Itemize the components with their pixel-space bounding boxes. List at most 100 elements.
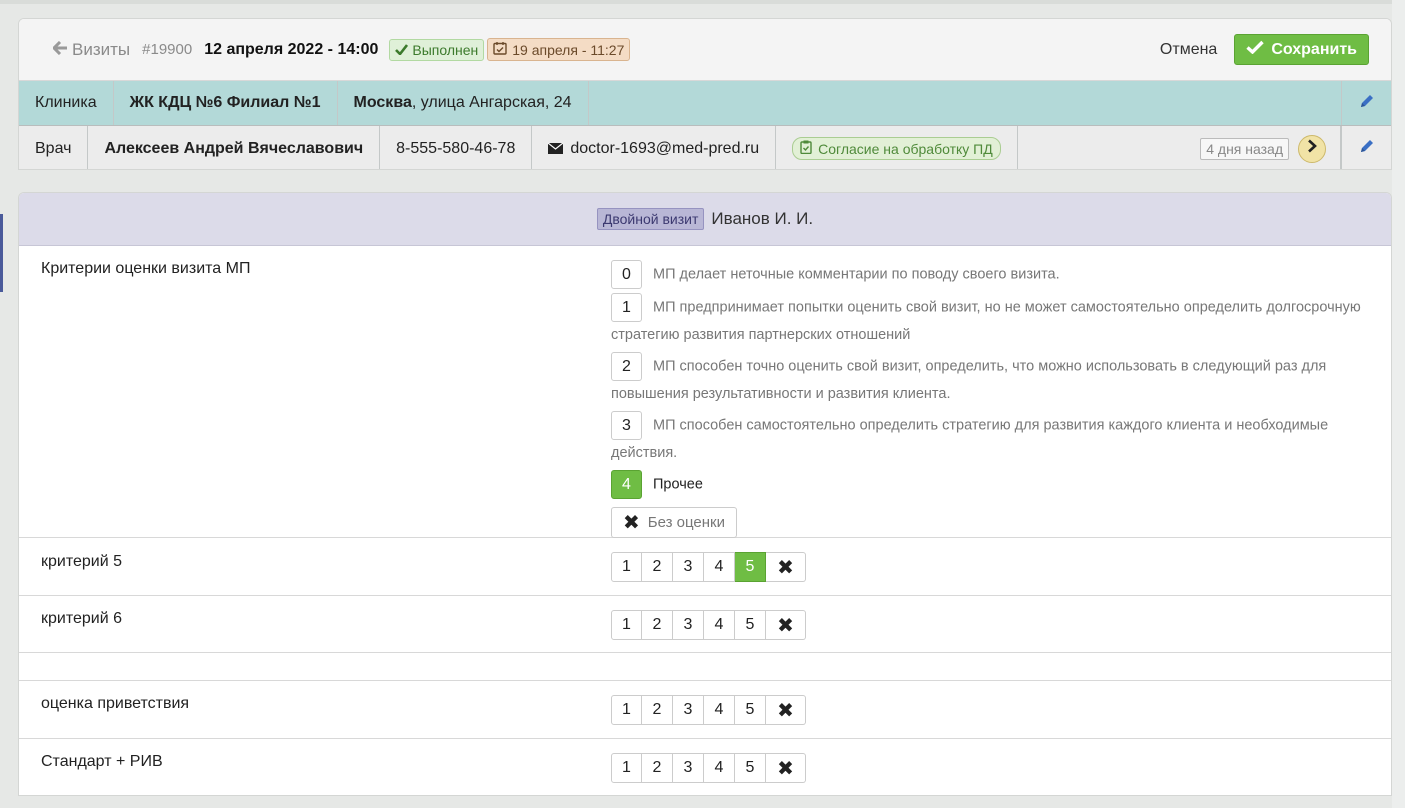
- rating-2-button[interactable]: 2: [642, 552, 673, 582]
- close-icon: ✖: [777, 556, 794, 579]
- criteria-main-options: 0 МП делает неточные комментарии по повод…: [611, 260, 1363, 538]
- edit-clinic-button[interactable]: [1341, 81, 1391, 125]
- cancel-button[interactable]: Отмена: [1160, 41, 1217, 59]
- rating-5-button[interactable]: 5: [735, 610, 766, 640]
- status-label: Выполнен: [412, 41, 479, 58]
- criteria-main-label: Критерии оценки визита МП: [41, 260, 251, 277]
- email-text: doctor-1693@med-pred.ru: [570, 139, 760, 157]
- save-label: Сохранить: [1271, 40, 1357, 58]
- option-2-text: МП способен точно оценить свой визит, оп…: [611, 358, 1327, 402]
- criterion-label: оценка приветствия: [41, 695, 190, 712]
- empty-row: [19, 653, 1391, 681]
- rating-group: 1 2 3 4 5 ✖: [611, 552, 806, 582]
- rating-4-button[interactable]: 4: [704, 552, 735, 582]
- pencil-icon: [1359, 138, 1375, 159]
- rating-2-button[interactable]: 2: [642, 695, 673, 725]
- calendar-check-icon: [493, 41, 507, 58]
- visit-date: 12 апреля 2022 - 14:00: [204, 40, 379, 58]
- option-4-text: Прочее: [653, 476, 703, 493]
- check-icon: [395, 42, 409, 58]
- back-label: Визиты: [72, 39, 131, 59]
- option-0-button[interactable]: 0: [611, 260, 642, 289]
- consent-cell: Согласие на обработку ПД: [776, 126, 1018, 169]
- option-1-text: МП предпринимает попытки оценить свой ви…: [611, 299, 1361, 343]
- rating-4-button[interactable]: 4: [704, 753, 735, 783]
- option-4-button[interactable]: 4: [611, 470, 642, 499]
- right-scroll-area: [1392, 0, 1405, 808]
- rating-group: 1 2 3 4 5 ✖: [611, 695, 806, 725]
- rating-group: 1 2 3 4 5 ✖: [611, 753, 806, 783]
- top-strip: [0, 0, 1405, 4]
- rating-4-button[interactable]: 4: [704, 695, 735, 725]
- criteria-main-row: Критерии оценки визита МП 0 МП делает нет…: [19, 246, 1391, 538]
- clinic-spacer: [589, 81, 1341, 125]
- rating-5-button[interactable]: 5: [735, 753, 766, 783]
- evaluator-name: Иванов И. И.: [711, 209, 814, 228]
- rating-1-button[interactable]: 1: [611, 552, 642, 582]
- clear-rating-button[interactable]: ✖: [766, 695, 806, 725]
- left-accent-bar: [0, 214, 3, 292]
- clinic-city: Москва: [353, 94, 412, 111]
- rating-3-button[interactable]: 3: [673, 552, 704, 582]
- no-score-button[interactable]: ✖ Без оценки: [611, 507, 737, 538]
- status-badge: Выполнен: [389, 38, 485, 61]
- option-1: 1 МП предпринимает попытки оценить свой в…: [611, 293, 1363, 348]
- option-2: 2 МП способен точно оценить свой визит, о…: [611, 352, 1363, 407]
- pencil-icon: [1359, 93, 1375, 114]
- doctor-phone[interactable]: 8-555-580-46-78: [380, 126, 533, 169]
- option-4: 4 Прочее: [611, 470, 1363, 499]
- close-icon: ✖: [777, 699, 794, 722]
- criterion-label: Стандарт + РИВ: [41, 753, 163, 770]
- criterion-row: оценка приветствия 1 2 3 4 5 ✖: [19, 681, 1391, 739]
- clinic-street: , улица Ангарская, 24: [411, 94, 572, 111]
- doctor-email[interactable]: doctor-1693@med-pred.ru: [532, 126, 777, 169]
- criterion-label: критерий 5: [41, 553, 122, 570]
- option-0-text: МП делает неточные комментарии по поводу…: [653, 266, 1060, 283]
- rating-5-button[interactable]: 5: [735, 695, 766, 725]
- close-icon: ✖: [623, 512, 640, 534]
- rating-4-button[interactable]: 4: [704, 610, 735, 640]
- criterion-row: критерий 6 1 2 3 4 5 ✖: [19, 596, 1391, 653]
- consent-badge: Согласие на обработку ПД: [792, 137, 1001, 160]
- reminder-date: 19 апреля - 11:27: [512, 41, 625, 58]
- option-0: 0 МП делает неточные комментарии по повод…: [611, 260, 1363, 289]
- criterion-row: Стандарт + РИВ 1 2 3 4 5 ✖: [19, 739, 1391, 795]
- clinic-row: Клиника ЖК КДЦ №6 Филиал №1 Москва, улиц…: [19, 81, 1391, 126]
- rating-1-button[interactable]: 1: [611, 610, 642, 640]
- edit-doctor-button[interactable]: [1341, 126, 1391, 169]
- visit-header-panel: Визиты #19900 12 апреля 2022 - 14:00 Вып…: [18, 18, 1392, 170]
- doctor-name: Алексеев Андрей Вячеславович: [88, 126, 381, 169]
- doctor-last-seen: 4 дня назад: [1018, 126, 1341, 169]
- toolbar: Визиты #19900 12 апреля 2022 - 14:00 Вып…: [19, 19, 1391, 81]
- rating-3-button[interactable]: 3: [673, 753, 704, 783]
- rating-1-button[interactable]: 1: [611, 753, 642, 783]
- rating-2-button[interactable]: 2: [642, 753, 673, 783]
- rating-1-button[interactable]: 1: [611, 695, 642, 725]
- option-1-button[interactable]: 1: [611, 293, 642, 322]
- save-button[interactable]: Сохранить: [1234, 34, 1369, 65]
- envelope-icon: [548, 143, 564, 154]
- last-seen-badge: 4 дня назад: [1200, 137, 1289, 160]
- rating-3-button[interactable]: 3: [673, 610, 704, 640]
- option-2-button[interactable]: 2: [611, 352, 642, 381]
- criterion-row: критерий 5 1 2 3 4 5 ✖: [19, 538, 1391, 596]
- check-icon: [1246, 40, 1265, 59]
- rating-5-button[interactable]: 5: [735, 552, 766, 582]
- back-to-visits-link[interactable]: Визиты: [52, 39, 131, 60]
- double-visit-badge: Двойной визит: [596, 208, 705, 230]
- clinic-name: ЖК КДЦ №6 Филиал №1: [114, 81, 338, 125]
- clear-rating-button[interactable]: ✖: [766, 610, 806, 640]
- reminder-badge[interactable]: 19 апреля - 11:27: [487, 38, 631, 61]
- criterion-label: критерий 6: [41, 610, 122, 627]
- clinic-label: Клиника: [19, 81, 114, 125]
- clear-rating-button[interactable]: ✖: [766, 552, 806, 582]
- no-score-label: Без оценки: [647, 514, 725, 531]
- arrow-left-icon: [52, 39, 68, 60]
- rating-3-button[interactable]: 3: [673, 695, 704, 725]
- clear-rating-button[interactable]: ✖: [766, 753, 806, 783]
- rating-2-button[interactable]: 2: [642, 610, 673, 640]
- clipboard-check-icon: [800, 140, 812, 157]
- evaluation-header: Двойной визит Иванов И. И.: [19, 193, 1391, 246]
- option-3-button[interactable]: 3: [611, 411, 642, 440]
- next-button[interactable]: [1298, 134, 1326, 163]
